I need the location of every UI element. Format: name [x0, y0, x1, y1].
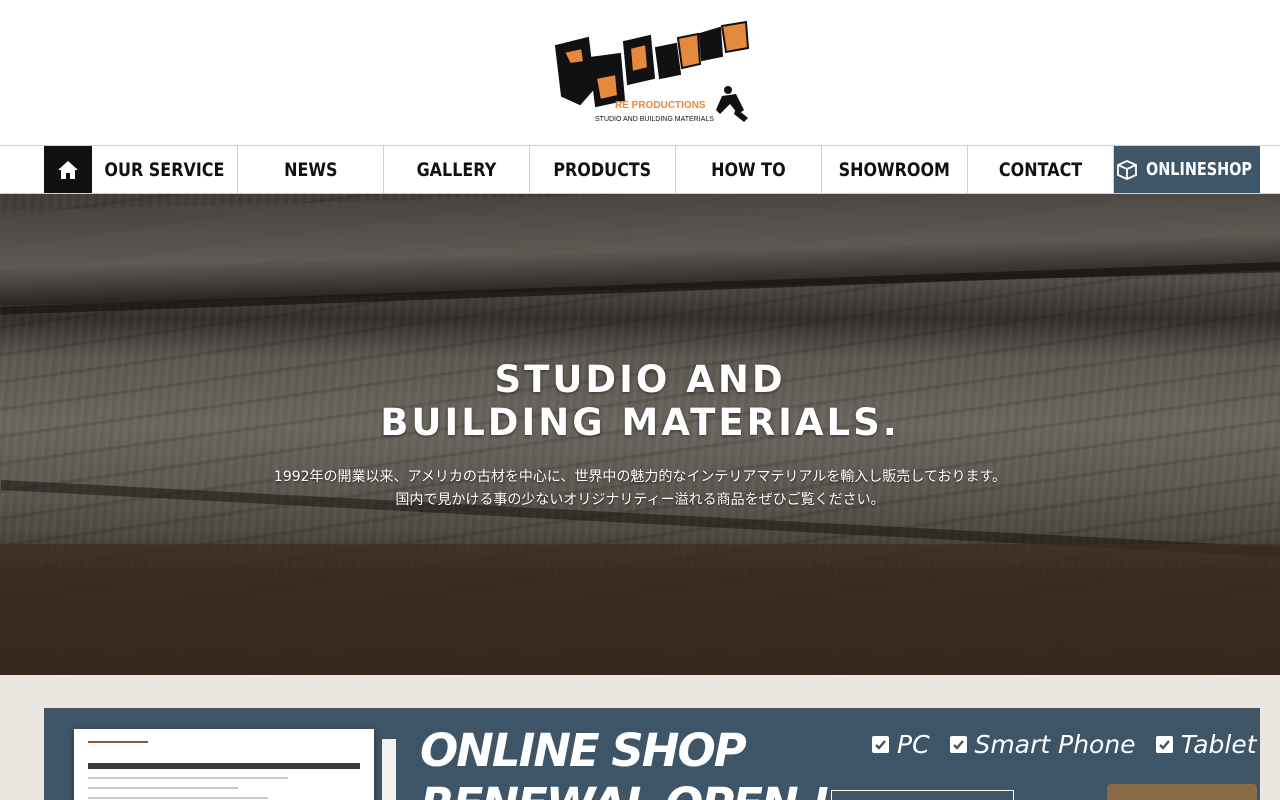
- home-icon: [58, 160, 78, 179]
- nav-item-label: SHOWROOM: [838, 158, 951, 181]
- hero-description: 1992年の開業以来、アメリカの古材を中心に、世界中の魅力的なインテリアマテリア…: [273, 469, 1007, 508]
- shop-screenshot-secondary: [382, 739, 396, 800]
- device-list: PC Smart Phone Tablet: [872, 730, 1257, 759]
- checkbox-icon: [872, 736, 889, 753]
- nav-item-onlineshop[interactable]: ONLINESHOP: [1114, 146, 1260, 193]
- crate-image: [1107, 784, 1257, 800]
- banner-title: ONLINE SHOP: [420, 724, 747, 777]
- hero-banner: STUDIO AND BUILDING MATERIALS. 1992年の開業以…: [0, 194, 1280, 675]
- device-pc: PC: [872, 730, 930, 759]
- nav-item-our-service[interactable]: OUR SERVICE: [92, 146, 238, 193]
- banner-button[interactable]: [831, 790, 1014, 800]
- home-button[interactable]: [44, 146, 92, 193]
- shop-screenshot: [74, 729, 374, 800]
- banner-subtitle: RENEWAL OPEN !: [420, 778, 831, 800]
- logo-subtitle: RE PRODUCTIONS: [615, 100, 706, 111]
- nav-item-gallery[interactable]: GALLERY: [384, 146, 530, 193]
- checkbox-icon: [949, 736, 967, 753]
- logo-tagline: STUDIO AND BUILDING MATERIALS: [595, 116, 714, 123]
- nav-item-label: NEWS: [283, 158, 338, 181]
- site-header: RE PRODUCTIONS STUDIO AND BUILDING MATER…: [0, 0, 1280, 145]
- nav-item-label: GALLERY: [416, 158, 497, 181]
- gallup-logo[interactable]: RE PRODUCTIONS STUDIO AND BUILDING MATER…: [550, 18, 755, 128]
- nav-item-label: OUR SERVICE: [104, 158, 225, 181]
- device-smartphone: Smart Phone: [949, 730, 1136, 759]
- nav-item-how-to[interactable]: HOW TO: [676, 146, 822, 193]
- hero-title: STUDIO AND BUILDING MATERIALS.: [380, 358, 900, 444]
- device-tablet: Tablet: [1155, 730, 1257, 759]
- checkbox-icon: [1155, 736, 1173, 753]
- nav-item-showroom[interactable]: SHOWROOM: [822, 146, 968, 193]
- box-icon: [1116, 159, 1137, 180]
- nav-item-products[interactable]: PRODUCTS: [530, 146, 676, 193]
- nav-item-label: CONTACT: [998, 158, 1083, 181]
- nav-item-contact[interactable]: CONTACT: [968, 146, 1114, 193]
- online-shop-banner[interactable]: ONLINE SHOP RENEWAL OPEN ! PC Smart Phon…: [44, 708, 1260, 800]
- nav-item-label: PRODUCTS: [553, 158, 652, 181]
- main-nav: OUR SERVICE NEWS GALLERY PRODUCTS HOW TO…: [0, 145, 1280, 194]
- nav-item-news[interactable]: NEWS: [238, 146, 384, 193]
- nav-item-label: HOW TO: [711, 158, 786, 181]
- nav-shop-label: ONLINESHOP: [1145, 159, 1252, 180]
